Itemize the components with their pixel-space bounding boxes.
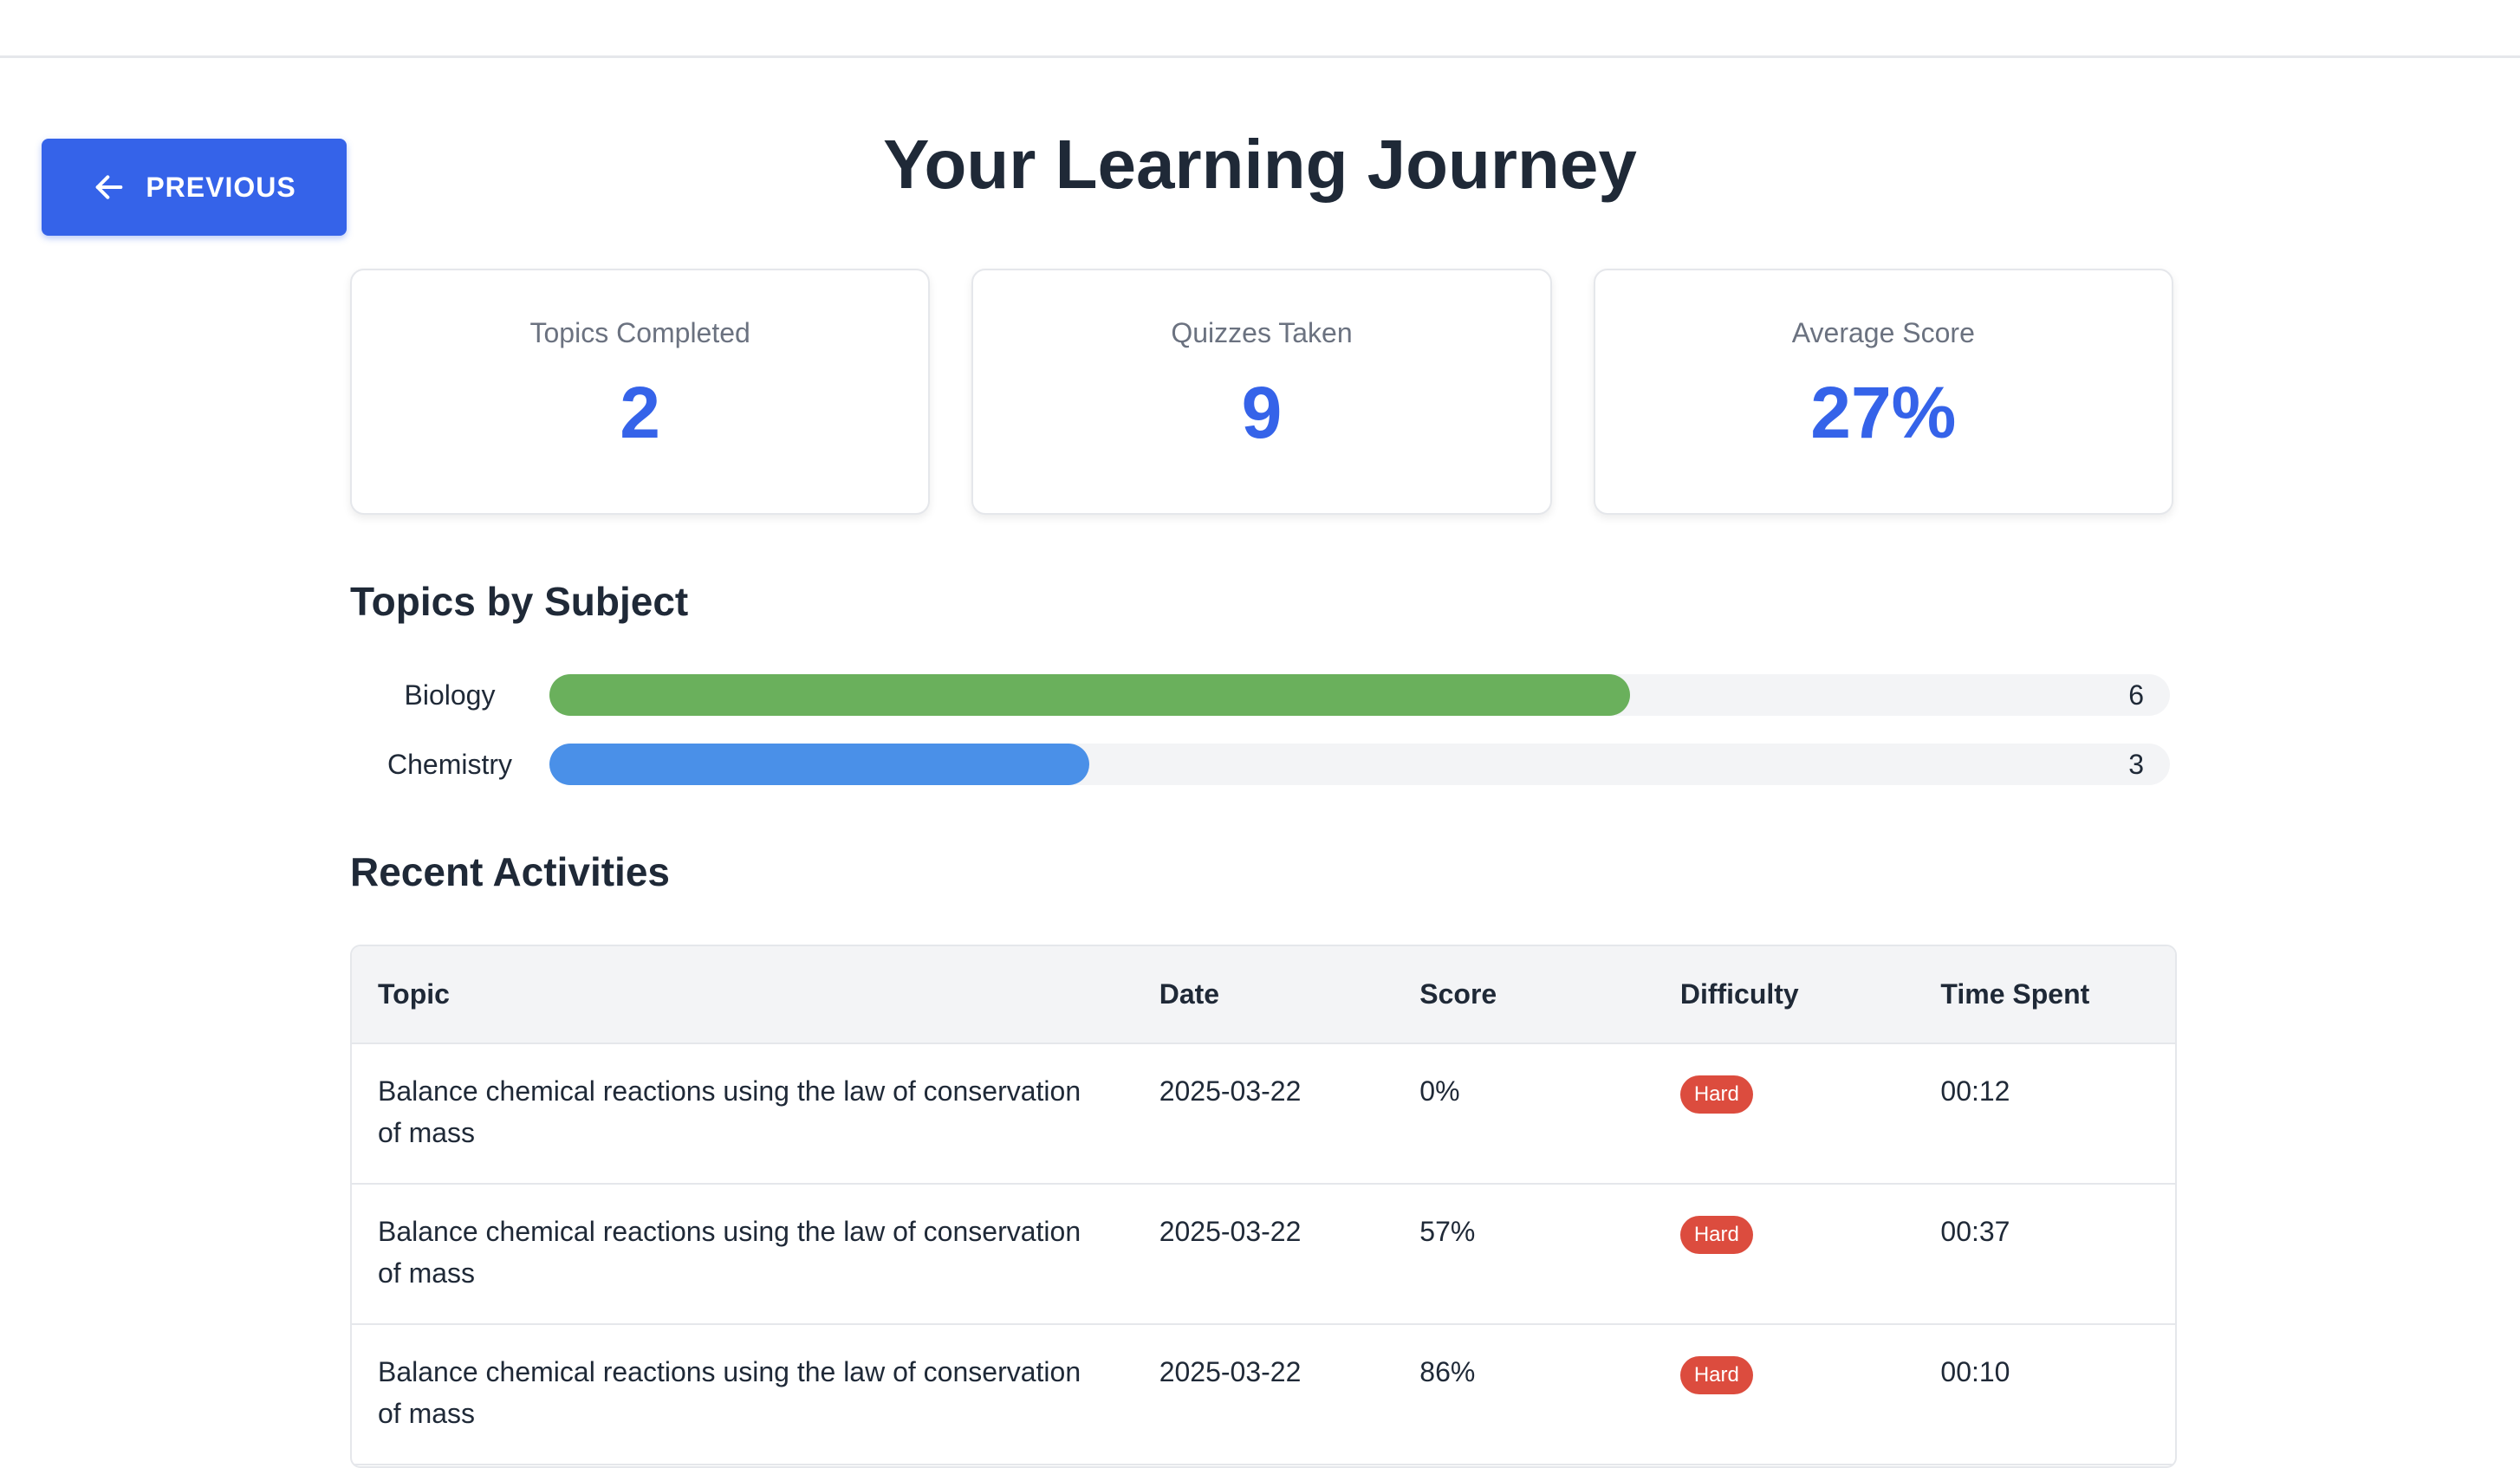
stat-label: Topics Completed xyxy=(529,317,750,348)
subject-count: 3 xyxy=(2128,749,2144,780)
column-header-score[interactable]: Score xyxy=(1393,946,1654,1044)
subject-bar-track: 6 xyxy=(549,674,2170,716)
table-row[interactable]: Balance chemical reactions using the law… xyxy=(352,1184,2175,1325)
cell-time-spent: 00:10 xyxy=(1914,1324,2175,1465)
cell-difficulty: Hard xyxy=(1653,1043,1915,1185)
cell-score: 57% xyxy=(1393,1184,1654,1325)
activities-table: Topic Date Score Difficulty Time Spent B… xyxy=(350,945,2177,1468)
recent-activities-title: Recent Activities xyxy=(350,849,670,894)
cell-date: 2025-03-22 xyxy=(1133,1043,1394,1185)
cell-difficulty: Hard xyxy=(1653,1184,1915,1325)
column-header-date[interactable]: Date xyxy=(1133,946,1394,1044)
stats-cards: Topics Completed 2 Quizzes Taken 9 Avera… xyxy=(350,269,2173,515)
cell-topic: Balance chemical reactions using the law… xyxy=(352,1184,1133,1325)
difficulty-badge: Hard xyxy=(1679,1216,1753,1254)
page-title: Your Learning Journey xyxy=(883,126,1637,203)
cell-topic: Balance chemical reactions using the law… xyxy=(352,1324,1133,1465)
cell-score: 0% xyxy=(1393,1043,1654,1185)
subject-row-biology: Biology 6 xyxy=(350,674,2173,716)
column-header-topic[interactable]: Topic xyxy=(352,946,1133,1044)
subject-bar-track: 3 xyxy=(549,744,2170,785)
cell-difficulty: Hard xyxy=(1653,1324,1915,1465)
column-header-difficulty[interactable]: Difficulty xyxy=(1653,946,1915,1044)
cell-time-spent: 00:12 xyxy=(1914,1043,2175,1185)
cell-date: 2025-03-22 xyxy=(1133,1184,1394,1325)
subject-bar-fill xyxy=(549,744,1090,785)
stat-value: 9 xyxy=(1241,372,1283,453)
cell-topic: Balance chemical reactions using the law… xyxy=(352,1043,1133,1185)
stat-card-average-score: Average Score 27% xyxy=(1593,269,2173,515)
cell-score: 86% xyxy=(1393,1324,1654,1465)
topics-by-subject-title: Topics by Subject xyxy=(350,579,689,624)
cell-time-spent: 00:37 xyxy=(1914,1184,2175,1325)
table-row[interactable]: Balance chemical reactions using the law… xyxy=(352,1324,2175,1465)
difficulty-badge: Hard xyxy=(1679,1356,1753,1394)
stat-value: 27% xyxy=(1810,372,1957,453)
stat-card-quizzes-taken: Quizzes Taken 9 xyxy=(971,269,1552,515)
subject-bar-fill xyxy=(549,674,1630,716)
subject-label: Biology xyxy=(404,679,496,711)
subject-row-chemistry: Chemistry 3 xyxy=(350,744,2173,785)
top-bar xyxy=(0,0,2520,58)
stat-label: Quizzes Taken xyxy=(1171,317,1353,348)
table-header-row: Topic Date Score Difficulty Time Spent xyxy=(352,946,2175,1044)
difficulty-badge: Hard xyxy=(1679,1075,1753,1114)
column-header-time-spent[interactable]: Time Spent xyxy=(1914,946,2175,1044)
cell-date: 2025-03-22 xyxy=(1133,1324,1394,1465)
stat-card-topics-completed: Topics Completed 2 xyxy=(350,269,931,515)
stat-label: Average Score xyxy=(1791,317,1975,348)
subject-label: Chemistry xyxy=(386,748,512,780)
subject-count: 6 xyxy=(2128,679,2144,711)
table-row[interactable]: Balance chemical reactions using the law… xyxy=(352,1043,2175,1185)
stat-value: 2 xyxy=(620,372,661,453)
